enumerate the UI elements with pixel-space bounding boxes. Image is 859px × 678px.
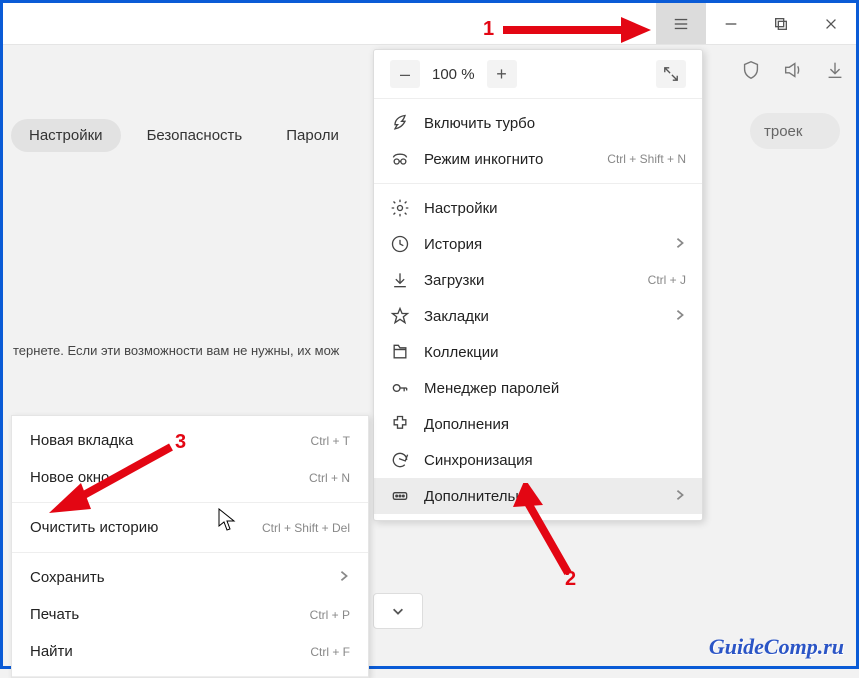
downloads-icon (390, 270, 416, 290)
zoom-value: 100 % (422, 66, 485, 83)
shield-icon[interactable] (740, 59, 762, 86)
submenu-item-clearhist[interactable]: Очистить историю Ctrl + Shift + Del (12, 509, 368, 546)
menu-item-label: Дополнительно (424, 488, 532, 505)
menu-item-label: Дополнения (424, 416, 509, 433)
submenu-item-newtab[interactable]: Новая вкладка Ctrl + T (12, 422, 368, 459)
menu-item-downloads[interactable]: Загрузки Ctrl + J (374, 262, 702, 298)
menu-item-label: Коллекции (424, 344, 499, 361)
menu-item-turbo[interactable]: Включить турбо (374, 105, 702, 141)
menu-item-label: Включить турбо (424, 115, 535, 132)
menu-item-collections[interactable]: Коллекции (374, 334, 702, 370)
fullscreen-button[interactable] (656, 60, 686, 88)
menu-item-label: Новое окно (30, 469, 109, 486)
hamburger-icon (673, 16, 689, 32)
tab-settings[interactable]: Настройки (11, 119, 121, 152)
menu-item-sync[interactable]: Синхронизация (374, 442, 702, 478)
submenu-item-print[interactable]: Печать Ctrl + P (12, 596, 368, 633)
menu-item-label: Очистить историю (30, 519, 158, 536)
collections-icon (390, 342, 416, 362)
window-titlebar (3, 3, 856, 45)
menu-item-label: История (424, 236, 482, 253)
menu-item-passwords[interactable]: Менеджер паролей (374, 370, 702, 406)
submenu-item-find[interactable]: Найти Ctrl + F (12, 633, 368, 670)
maximize-button[interactable] (756, 3, 806, 44)
annot-number-2: 2 (565, 568, 587, 590)
addons-icon (390, 414, 416, 434)
chevron-right-icon (338, 569, 350, 586)
menu-item-label: Закладки (424, 308, 489, 325)
menu-item-label: Новая вкладка (30, 432, 133, 449)
settings-icon (390, 198, 416, 218)
sync-icon (390, 450, 416, 470)
description-text: тернете. Если эти возможности вам не нуж… (13, 343, 339, 358)
watermark: GuideComp.ru (709, 634, 844, 660)
menu-item-bookmarks[interactable]: Закладки (374, 298, 702, 334)
menu-group-2: Настройки История Загрузки Ctrl + J Закладки… (374, 184, 702, 520)
menu-item-settings[interactable]: Настройки (374, 190, 702, 226)
menu-item-shortcut: Ctrl + F (310, 645, 350, 659)
menu-item-label: Режим инкогнито (424, 151, 543, 168)
zoom-row: – 100 % + (374, 50, 702, 99)
submenu-group-3: Сохранить Печать Ctrl + P Найти Ctrl + F (12, 553, 368, 677)
submenu-item-save[interactable]: Сохранить (12, 559, 368, 596)
zoom-out-button[interactable]: – (390, 60, 420, 88)
menu-item-incognito[interactable]: Режим инкогнито Ctrl + Shift + N (374, 141, 702, 177)
submenu-group-2: Очистить историю Ctrl + Shift + Del (12, 503, 368, 553)
menu-item-more[interactable]: Дополнительно (374, 478, 702, 514)
search-placeholder: троек (764, 123, 802, 140)
menu-item-label: Загрузки (424, 272, 484, 289)
menu-item-label: Сохранить (30, 569, 105, 586)
menu-item-shortcut: Ctrl + Shift + N (607, 152, 686, 166)
passwords-icon (390, 378, 416, 398)
dropdown-control[interactable] (373, 593, 423, 629)
search-settings-field[interactable]: троек (750, 113, 840, 149)
download-icon[interactable] (824, 59, 846, 86)
tab-security[interactable]: Безопасность (129, 119, 261, 152)
chevron-down-icon (391, 604, 405, 618)
menu-group-1: Включить турбо Режим инкогнито Ctrl + Shif… (374, 99, 702, 184)
chevron-right-icon (674, 488, 686, 505)
chevron-right-icon (674, 236, 686, 253)
chevron-right-icon (674, 308, 686, 325)
incognito-icon (390, 149, 416, 169)
more-icon (390, 486, 416, 506)
menu-item-label: Синхронизация (424, 452, 533, 469)
menu-item-addons[interactable]: Дополнения (374, 406, 702, 442)
submenu-item-newwin[interactable]: Новое окно Ctrl + N (12, 459, 368, 496)
menu-item-shortcut: Ctrl + T (311, 434, 350, 448)
toolbar-right (740, 49, 846, 95)
menu-item-label: Найти (30, 643, 73, 660)
history-icon (390, 234, 416, 254)
turbo-icon (390, 113, 416, 133)
menu-item-shortcut: Ctrl + N (309, 471, 350, 485)
close-button[interactable] (806, 3, 856, 44)
fullscreen-icon (663, 66, 679, 82)
menu-item-label: Настройки (424, 200, 498, 217)
tab-passwords[interactable]: Пароли (268, 119, 357, 152)
submenu-group-1: Новая вкладка Ctrl + T Новое окно Ctrl + N (12, 416, 368, 503)
bookmarks-icon (390, 306, 416, 326)
menu-item-shortcut: Ctrl + Shift + Del (262, 521, 350, 535)
menu-item-label: Печать (30, 606, 79, 623)
menu-item-label: Менеджер паролей (424, 380, 559, 397)
submenu-more: Новая вкладкаCtrl + TНовое окноCtrl + N … (11, 415, 369, 678)
menu-item-history[interactable]: История (374, 226, 702, 262)
sound-icon[interactable] (782, 59, 804, 86)
menu-item-shortcut: Ctrl + P (310, 608, 350, 622)
hamburger-menu-button[interactable] (656, 3, 706, 44)
zoom-in-button[interactable]: + (487, 60, 517, 88)
main-menu-dropdown: – 100 % + Включить турбо Режим инкогнито C… (373, 49, 703, 521)
minimize-button[interactable] (706, 3, 756, 44)
menu-item-shortcut: Ctrl + J (648, 273, 686, 287)
